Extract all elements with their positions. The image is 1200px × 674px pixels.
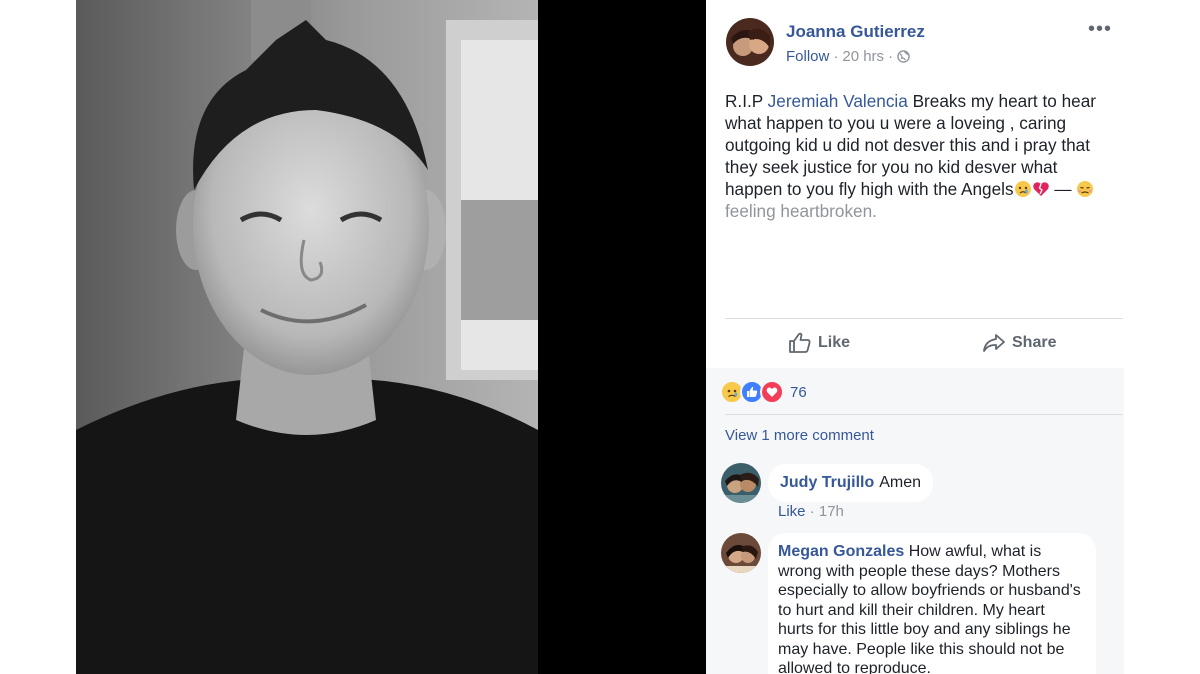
commenter-avatar[interactable] <box>721 533 761 573</box>
post-dash: — <box>1049 179 1072 199</box>
comment-time[interactable]: 17h <box>819 503 844 520</box>
comment-meta: Like · 17h <box>778 503 844 520</box>
commenter-name[interactable]: Judy Trujillo <box>780 474 874 492</box>
like-button[interactable]: Like <box>788 330 850 356</box>
post-panel: Joanna Gutierrez Follow · 20 hrs · ••• R… <box>706 0 1124 674</box>
globe-icon <box>897 50 910 63</box>
comment-text: How awful, what is wrong with people the… <box>778 543 1081 674</box>
share-button[interactable]: Share <box>982 330 1056 356</box>
thumbs-up-icon <box>789 332 811 353</box>
photo-viewer <box>76 0 706 674</box>
broken-heart-icon <box>1032 182 1049 196</box>
heartbroken-face-icon <box>1077 181 1094 197</box>
post-text: R.I.P Jeremiah Valencia Breaks my heart … <box>725 90 1117 222</box>
like-label: Like <box>818 334 851 351</box>
reactions-summary[interactable]: 76 <box>720 380 807 404</box>
post-text-intro: R.I.P <box>725 91 768 111</box>
meta-dot: · <box>833 48 839 65</box>
comment-like-link[interactable]: Like <box>778 503 806 520</box>
post-meta: Follow · 20 hrs · <box>786 48 910 65</box>
comment-bubble: Megan Gonzales How awful, what is wrong … <box>768 533 1096 674</box>
reaction-count: 76 <box>790 383 807 401</box>
sad-emoji-icon <box>1014 181 1031 197</box>
feeling-status[interactable]: feeling heartbroken. <box>725 201 877 221</box>
divider <box>725 318 1123 319</box>
share-label: Share <box>1012 334 1057 351</box>
tagged-person-link[interactable]: Jeremiah Valencia <box>768 91 908 111</box>
meta-dot: · <box>809 503 819 520</box>
author-avatar[interactable] <box>726 18 774 66</box>
commenter-name[interactable]: Megan Gonzales <box>778 543 904 560</box>
more-options-icon[interactable]: ••• <box>1088 18 1112 41</box>
comment-text: Amen <box>879 474 922 491</box>
view-more-comments-link[interactable]: View 1 more comment <box>725 427 874 444</box>
follow-link[interactable]: Follow <box>786 48 829 65</box>
share-arrow-icon <box>983 334 1005 352</box>
post-time[interactable]: 20 hrs <box>842 48 884 65</box>
post-photo[interactable] <box>76 0 538 674</box>
commenter-avatar[interactable] <box>721 463 761 503</box>
comment-bubble: Judy Trujillo Amen <box>768 464 934 502</box>
divider <box>725 414 1123 415</box>
love-reaction-icon <box>760 380 784 404</box>
meta-dot: · <box>888 48 894 65</box>
author-name[interactable]: Joanna Gutierrez <box>786 22 925 42</box>
